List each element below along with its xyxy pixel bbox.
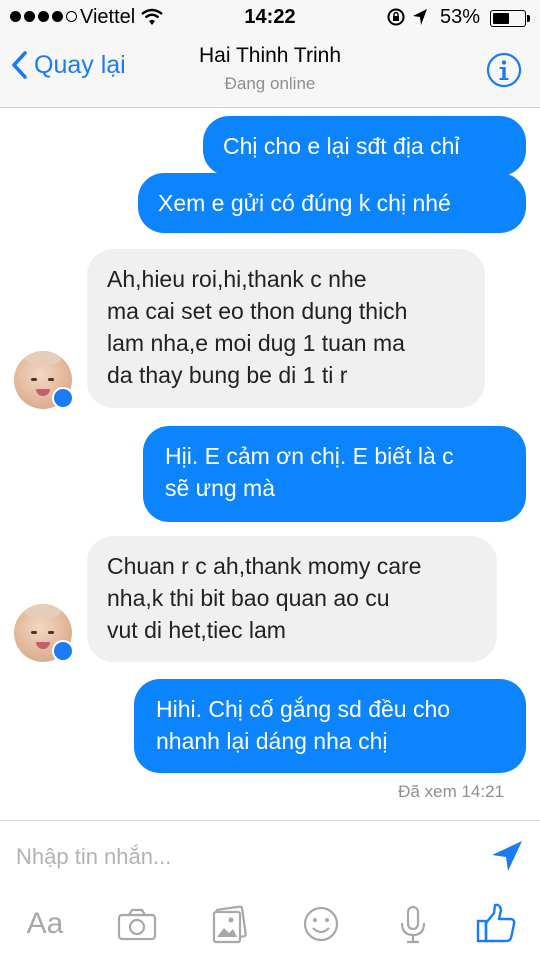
status-bar: Viettel 14:22 53% <box>0 0 540 36</box>
outgoing-message[interactable]: Xem e gửi có đúng k chị nhé <box>138 173 526 233</box>
outgoing-message[interactable]: Hihi. Chị cố gắng sd đều cho nhanh lại d… <box>134 679 526 773</box>
message-text: Xem e gửi có đúng k chị nhé <box>158 190 451 216</box>
camera-icon[interactable] <box>114 899 160 949</box>
microphone-icon[interactable] <box>390 899 436 949</box>
message-text: Ah,hieu roi,hi,thank c nhe ma cai set eo… <box>107 266 408 388</box>
emoji-icon[interactable] <box>298 899 344 949</box>
conversation-header: Quay lại Hai Thinh Trinh Đang online <box>0 36 540 108</box>
like-icon[interactable] <box>474 899 520 949</box>
info-icon[interactable] <box>486 52 522 88</box>
message-text: Hịi. E cảm ơn chị. E biết là c sẽ ưng mà <box>165 443 454 501</box>
composer-toolbar: Aa <box>0 899 540 955</box>
rotation-lock-icon <box>387 8 405 26</box>
message-input[interactable] <box>16 835 456 879</box>
battery-icon <box>490 10 526 27</box>
message-text: Chị cho e lại sđt địa chỉ <box>223 133 460 159</box>
location-arrow-icon <box>413 9 427 25</box>
battery-percent: 53% <box>440 6 481 28</box>
composer: Aa <box>0 820 540 960</box>
text-format-icon[interactable]: Aa <box>22 899 68 949</box>
incoming-message[interactable]: Chuan r c ah,thank momy care nha,k thi b… <box>87 536 497 662</box>
photo-icon[interactable] <box>206 899 252 949</box>
incoming-message[interactable]: Ah,hieu roi,hi,thank c nhe ma cai set eo… <box>87 249 485 408</box>
aa-label: Aa <box>26 907 64 940</box>
outgoing-message[interactable]: Chị cho e lại sđt địa chỉ <box>203 116 526 176</box>
message-text: Chuan r c ah,thank momy care nha,k thi b… <box>107 553 422 643</box>
message-text: Hihi. Chị cố gắng sd đều cho nhanh lại d… <box>156 696 451 754</box>
seen-receipt: Đã xem 14:21 <box>398 782 504 801</box>
messenger-badge-icon <box>52 387 74 409</box>
send-icon[interactable] <box>490 839 524 873</box>
outgoing-message[interactable]: Hịi. E cảm ơn chị. E biết là c sẽ ưng mà <box>143 426 526 522</box>
messenger-badge-icon <box>52 640 74 662</box>
message-list[interactable]: Chị cho e lại sđt địa chỉ Xem e gửi có đ… <box>0 108 540 820</box>
contact-status: Đang online <box>224 74 316 93</box>
contact-name: Hai Thinh Trinh <box>198 44 342 67</box>
